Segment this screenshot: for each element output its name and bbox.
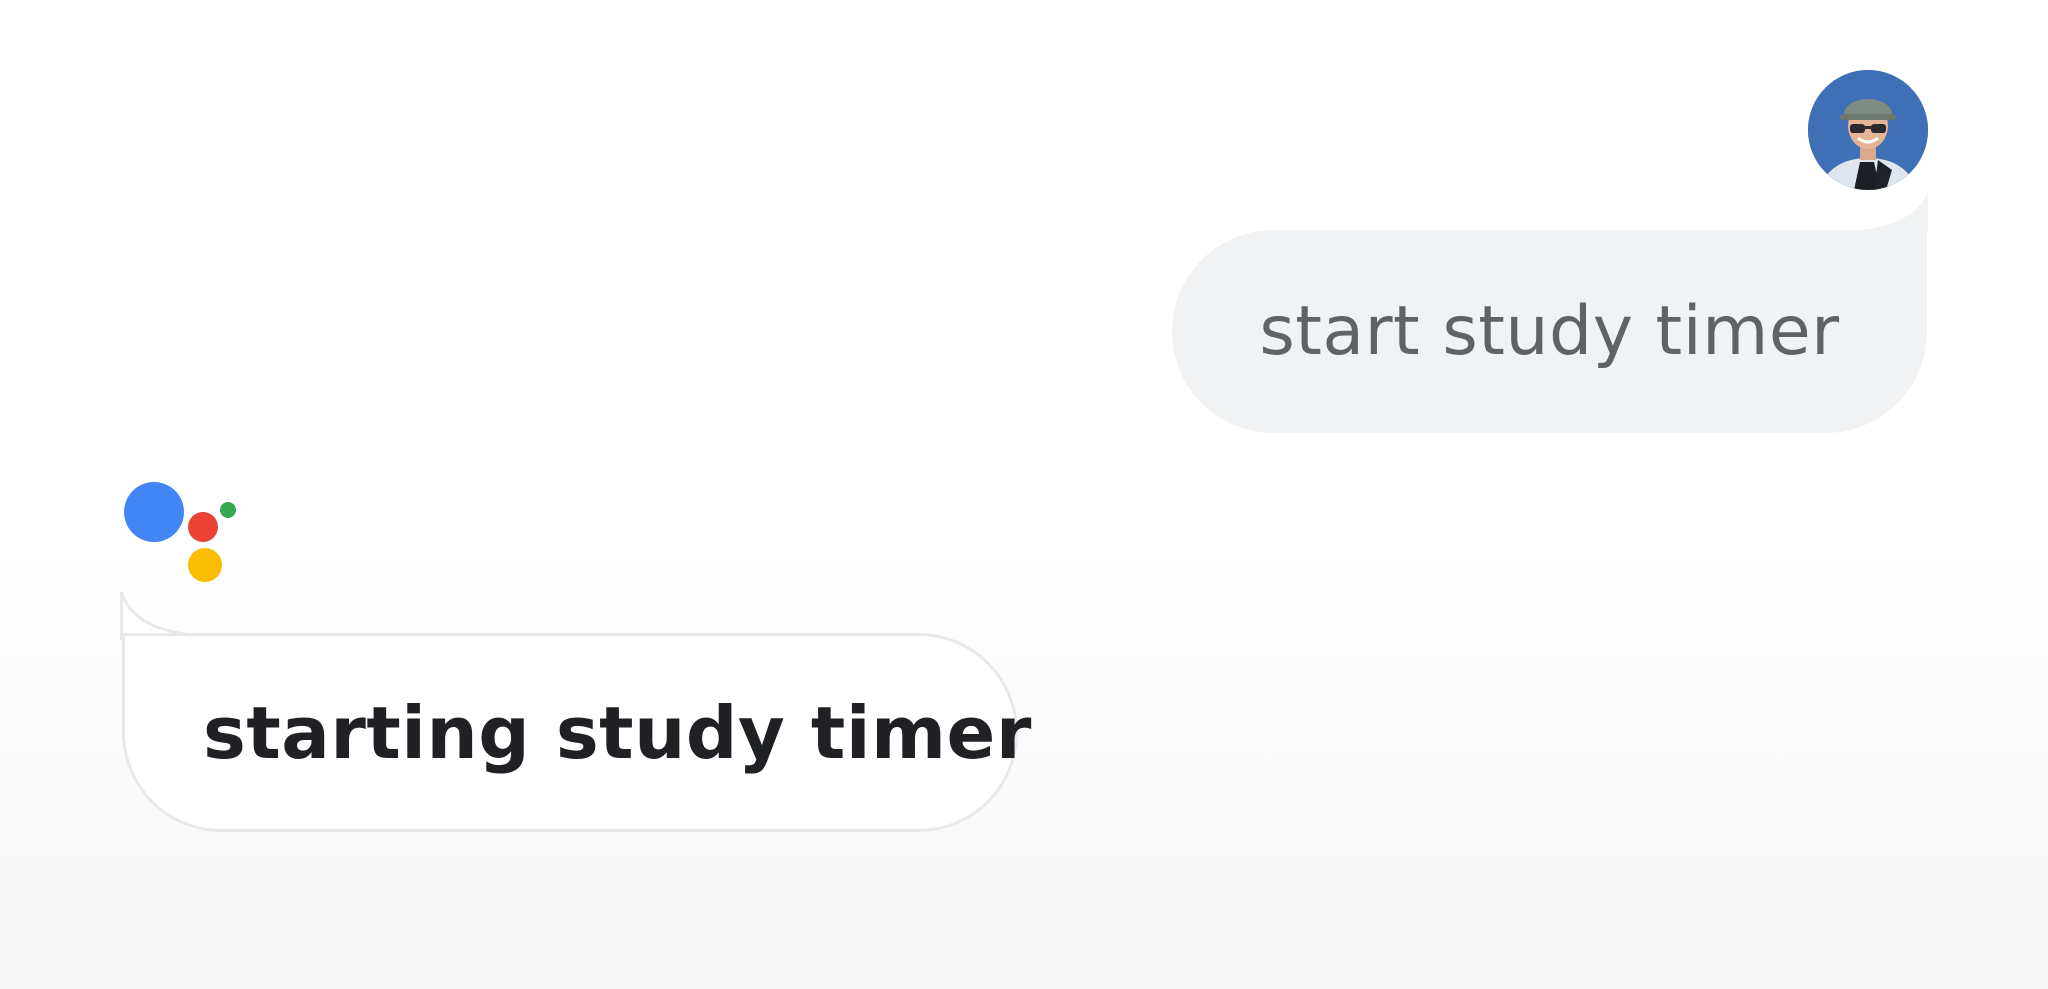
- user-avatar-icon: [1808, 70, 1928, 190]
- assistant-message-text: starting study timer: [203, 690, 1032, 775]
- assistant-message-bubble: starting study timer: [122, 633, 1031, 832]
- assistant-dot-blue: [124, 482, 184, 542]
- conversation-thread: start study timer starting study timer: [0, 0, 2048, 989]
- assistant-dot-green: [220, 502, 236, 518]
- assistant-dot-red: [188, 512, 218, 542]
- assistant-dot-yellow: [188, 548, 222, 582]
- google-assistant-logo-icon: [122, 480, 242, 590]
- user-avatar[interactable]: [1808, 70, 1928, 190]
- user-message-bubble: start study timer: [1172, 230, 1927, 433]
- user-bubble-tail: [1828, 190, 1928, 232]
- user-message-text: start study timer: [1259, 292, 1840, 371]
